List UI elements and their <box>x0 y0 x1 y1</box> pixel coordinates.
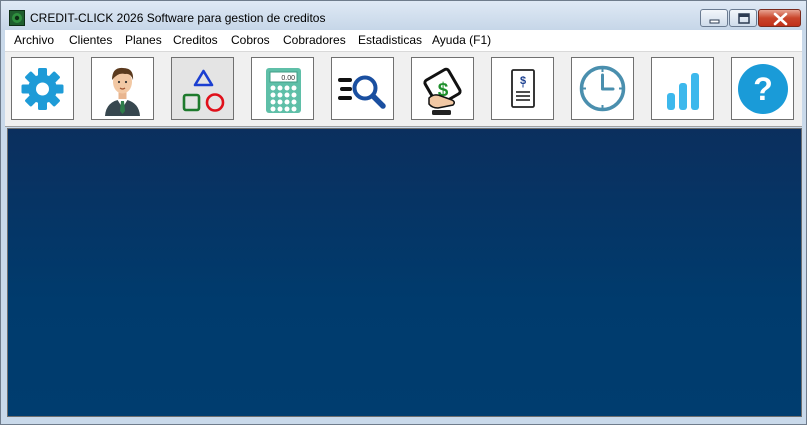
settings-button[interactable] <box>11 57 74 120</box>
menu-ayuda[interactable]: Ayuda (F1) <box>432 33 491 47</box>
workspace-area <box>7 128 802 417</box>
close-icon <box>773 12 788 26</box>
minimize-button[interactable] <box>700 9 728 27</box>
clock-icon <box>579 65 626 112</box>
calculator-display: 0.00 <box>281 75 295 82</box>
menu-planes[interactable]: Planes <box>125 33 162 47</box>
toolbar: 0.00 $ $ ? <box>5 51 802 127</box>
clients-button[interactable] <box>91 57 154 120</box>
menu-creditos[interactable]: Creditos <box>173 33 218 47</box>
window-bottom-border <box>1 417 806 424</box>
collectors-button[interactable]: $ <box>411 57 474 120</box>
clock-button[interactable] <box>571 57 634 120</box>
menu-clientes[interactable]: Clientes <box>69 33 112 47</box>
calculator-icon: 0.00 <box>266 68 301 113</box>
shapes-icon <box>182 69 225 112</box>
invoice-button[interactable]: $ <box>491 57 554 120</box>
statistics-button[interactable] <box>651 57 714 120</box>
help-button[interactable]: ? <box>731 57 794 120</box>
menu-archivo[interactable]: Archivo <box>14 33 54 47</box>
menu-cobradores[interactable]: Cobradores <box>283 33 346 47</box>
credits-button[interactable]: 0.00 <box>251 57 314 120</box>
app-window: CREDIT-CLICK 2026 Software para gestion … <box>0 0 807 425</box>
search-list-icon <box>338 75 386 109</box>
menu-bar: Archivo Clientes Planes Creditos Cobros … <box>5 30 802 51</box>
help-icon: ? <box>738 64 788 114</box>
minimize-icon <box>709 19 720 24</box>
help-question-mark: ? <box>753 71 773 107</box>
menu-cobros[interactable]: Cobros <box>231 33 270 47</box>
maximize-icon <box>738 13 750 24</box>
title-bar[interactable]: CREDIT-CLICK 2026 Software para gestion … <box>1 1 806 30</box>
window-title: CREDIT-CLICK 2026 Software para gestion … <box>30 11 326 25</box>
close-button[interactable] <box>758 9 801 27</box>
money-hand-icon: $ <box>423 67 462 115</box>
maximize-button[interactable] <box>729 9 757 27</box>
app-logo-icon <box>9 10 25 26</box>
person-icon <box>105 67 140 116</box>
menu-estadisticas[interactable]: Estadisticas <box>358 33 422 47</box>
invoice-icon: $ <box>511 69 535 108</box>
gear-icon <box>21 68 64 110</box>
bar-chart-icon <box>667 73 699 110</box>
collections-button[interactable] <box>331 57 394 120</box>
plans-button[interactable] <box>171 57 234 120</box>
